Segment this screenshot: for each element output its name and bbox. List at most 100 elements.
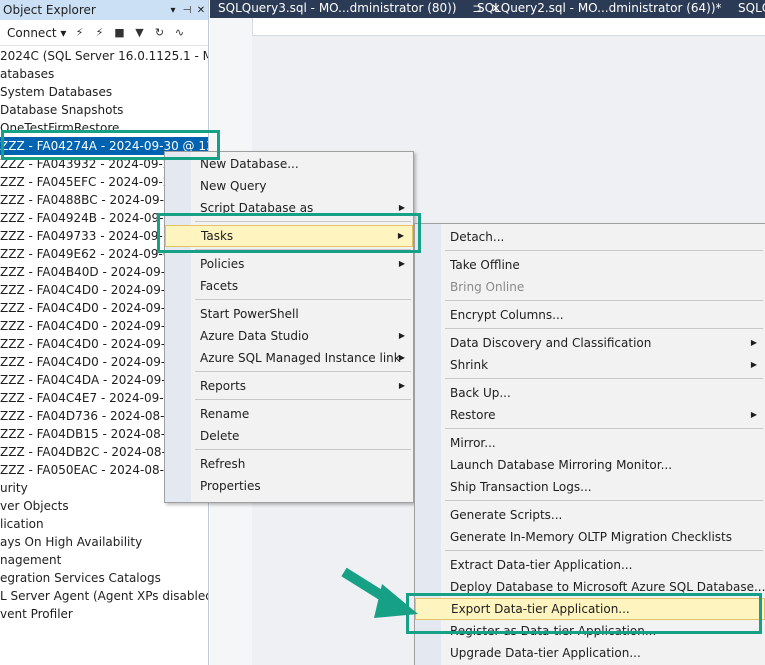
menu-item-label: Policies: [200, 257, 245, 271]
menu-item-label: Delete: [200, 429, 240, 443]
menu-item-shrink[interactable]: Shrink ▶: [415, 354, 765, 376]
tab-label: SQLQuery2.sql - MO...dministrator (64))*: [477, 1, 722, 15]
activity-monitor-icon[interactable]: ∿: [172, 26, 186, 40]
tree-node[interactable]: ays On High Availability: [0, 533, 208, 551]
object-explorer-title: Object Explorer: [3, 3, 96, 17]
object-explorer-title-bar: Object Explorer ▾ ⊣ ✕: [0, 0, 208, 20]
submenu-arrow-icon: ▶: [398, 259, 405, 268]
document-tab-bar: SQLQuery3.sql - MO...dministrator (80)) …: [210, 0, 765, 18]
tab-label: SQLQ: [738, 1, 765, 15]
tree-node[interactable]: vent Profiler: [0, 605, 208, 623]
menu-item-label: Generate In-Memory OLTP Migration Checkl…: [450, 530, 732, 544]
menu-item-azure-sql-managed-instance-link[interactable]: Azure SQL Managed Instance link ▶: [165, 347, 413, 369]
stop-icon[interactable]: ■: [112, 26, 126, 40]
tree-node[interactable]: L Server Agent (Agent XPs disabled): [0, 587, 208, 605]
highlight-box-export: [406, 593, 762, 634]
tab-label: SQLQuery3.sql - MO...dministrator (80)): [218, 1, 457, 15]
tree-node[interactable]: Database Snapshots: [0, 101, 208, 119]
tree-node[interactable]: lication: [0, 515, 208, 533]
menu-item-start-powershell[interactable]: Start PowerShell: [165, 303, 413, 325]
tab-sqlquery2[interactable]: SQLQuery2.sql - MO...dministrator (64))*: [477, 0, 722, 18]
menu-item-label: Take Offline: [450, 258, 520, 272]
menu-item-label: Generate Scripts...: [450, 508, 563, 522]
tree-node[interactable]: egration Services Catalogs: [0, 569, 208, 587]
menu-item-label: Rename: [200, 407, 250, 421]
refresh-icon[interactable]: ↻: [152, 26, 166, 40]
menu-item-generate-in-memory-oltp-migration-checklists[interactable]: Generate In-Memory OLTP Migration Checkl…: [415, 526, 765, 548]
submenu-arrow-icon: ▶: [750, 410, 757, 419]
menu-item-back-up[interactable]: Back Up...: [415, 382, 765, 404]
menu-item-label: Back Up...: [450, 386, 511, 400]
submenu-arrow-icon: ▶: [398, 331, 405, 340]
menu-separator: [445, 328, 763, 329]
menu-item-take-offline[interactable]: Take Offline: [415, 254, 765, 276]
menu-item-mirror[interactable]: Mirror...: [415, 432, 765, 454]
menu-item-label: Deploy Database to Microsoft Azure SQL D…: [450, 580, 765, 594]
menu-item-rename[interactable]: Rename: [165, 403, 413, 425]
menu-separator: [445, 500, 763, 501]
submenu-arrow-icon: ▶: [750, 360, 757, 369]
connect-plug-icon[interactable]: ⚡: [72, 26, 86, 40]
menu-item-label: Ship Transaction Logs...: [450, 480, 592, 494]
menu-item-detach[interactable]: Detach...: [415, 226, 765, 248]
tree-node[interactable]: atabases: [0, 65, 208, 83]
highlight-box-database: [1, 130, 220, 160]
menu-item-generate-scripts[interactable]: Generate Scripts...: [415, 504, 765, 526]
menu-separator: [445, 550, 763, 551]
menu-item-bring-online[interactable]: Bring Online: [415, 276, 765, 298]
menu-item-label: Start PowerShell: [200, 307, 299, 321]
menu-separator: [445, 300, 763, 301]
menu-item-label: Refresh: [200, 457, 246, 471]
menu-item-label: Facets: [200, 279, 239, 293]
menu-separator: [195, 449, 411, 450]
submenu-arrow-icon: ▶: [398, 353, 405, 362]
menu-item-azure-data-studio[interactable]: Azure Data Studio ▶: [165, 325, 413, 347]
menu-separator: [445, 250, 763, 251]
menu-item-facets[interactable]: Facets: [165, 275, 413, 297]
menu-item-data-discovery-and-classification[interactable]: Data Discovery and Classification ▶: [415, 332, 765, 354]
object-explorer-toolbar: Connect ▾ ⚡ ⚡ ■ ▼ ↻ ∿: [0, 20, 208, 46]
menu-item-label: New Query: [200, 179, 267, 193]
menu-item-label: Shrink: [450, 358, 489, 372]
menu-item-refresh[interactable]: Refresh: [165, 453, 413, 475]
database-context-menu: New Database... New Query Script Database …: [164, 151, 414, 503]
menu-item-new-query[interactable]: New Query: [165, 175, 413, 197]
menu-separator: [445, 428, 763, 429]
menu-item-extract-data-tier-application[interactable]: Extract Data-tier Application...: [415, 554, 765, 576]
menu-item-restore[interactable]: Restore ▶: [415, 404, 765, 426]
menu-item-ship-transaction-logs[interactable]: Ship Transaction Logs...: [415, 476, 765, 498]
menu-item-label: Restore: [450, 408, 496, 422]
tree-node[interactable]: nagement: [0, 551, 208, 569]
highlight-box-tasks: [157, 213, 421, 253]
pointer-arrow-icon: [341, 567, 418, 618]
filter-icon[interactable]: ▼: [132, 26, 146, 40]
menu-item-delete[interactable]: Delete: [165, 425, 413, 447]
tab-sqlquery-overflow[interactable]: SQLQ: [738, 0, 765, 18]
menu-item-properties[interactable]: Properties: [165, 475, 413, 497]
submenu-arrow-icon: ▶: [398, 381, 405, 390]
tree-node[interactable]: 2024C (SQL Server 16.0.1125.1 - MOVE2: [0, 47, 208, 65]
connect-button[interactable]: Connect ▾: [7, 26, 66, 40]
tab-sqlquery3[interactable]: SQLQuery3.sql - MO...dministrator (80)) …: [218, 0, 501, 18]
menu-item-label: Detach...: [450, 230, 505, 244]
disconnect-plug-icon[interactable]: ⚡: [92, 26, 106, 40]
menu-item-label: Azure SQL Managed Instance link: [200, 351, 401, 365]
tree-node[interactable]: System Databases: [0, 83, 208, 101]
dropdown-icon[interactable]: ▾: [166, 5, 180, 16]
close-icon[interactable]: ✕: [194, 5, 208, 16]
menu-item-label: Mirror...: [450, 436, 496, 450]
menu-item-label: Reports: [200, 379, 247, 393]
menu-item-label: Bring Online: [450, 280, 525, 294]
submenu-arrow-icon: ▶: [750, 338, 757, 347]
menu-separator: [195, 371, 411, 372]
editor-document[interactable]: [252, 18, 765, 36]
pin-icon[interactable]: ⊣: [180, 5, 194, 16]
menu-separator: [445, 378, 763, 379]
menu-item-launch-database-mirroring-monitor[interactable]: Launch Database Mirroring Monitor...: [415, 454, 765, 476]
menu-item-upgrade-data-tier-application[interactable]: Upgrade Data-tier Application...: [415, 642, 765, 664]
menu-item-policies[interactable]: Policies ▶: [165, 253, 413, 275]
menu-item-label: Azure Data Studio: [200, 329, 309, 343]
menu-item-encrypt-columns[interactable]: Encrypt Columns...: [415, 304, 765, 326]
menu-separator: [195, 299, 411, 300]
menu-item-reports[interactable]: Reports ▶: [165, 375, 413, 397]
